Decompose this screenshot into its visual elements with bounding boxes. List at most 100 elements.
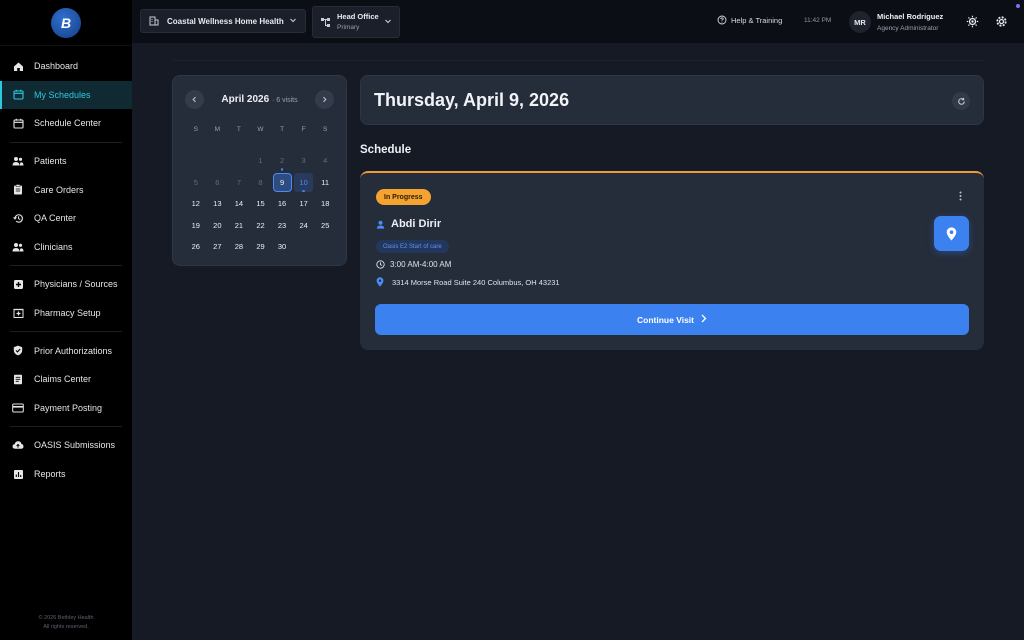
help-training-link[interactable]: Help & Training [717, 15, 782, 25]
help-icon [717, 15, 727, 25]
calendar-day[interactable]: 14 [228, 193, 250, 215]
sidebar-item-patients[interactable]: Patients [0, 147, 132, 176]
calendar-day[interactable]: 13 [207, 193, 229, 215]
weekday-label: S [193, 126, 198, 133]
sidebar-item-my-schedules[interactable]: My Schedules [0, 80, 132, 110]
rights-text: All rights reserved. [43, 624, 89, 630]
calendar-day[interactable]: 11 [314, 172, 336, 194]
theme-toggle-icon[interactable] [966, 15, 979, 28]
calendar-day[interactable]: 21 [228, 215, 250, 237]
section-title: Schedule [360, 144, 412, 156]
sidebar-item-physicians-sources[interactable]: Physicians / Sources [0, 270, 132, 299]
office-name: Head Office [337, 12, 379, 21]
calendar-day[interactable]: 5 [185, 172, 207, 194]
visit-address-row: 3314 Morse Road Suite 240 Columbus, OH 4… [376, 277, 560, 287]
sidebar-item-label: Claims Center [34, 374, 92, 385]
calendar-day[interactable]: 22 [250, 215, 272, 237]
sidebar-item-care-orders[interactable]: Care Orders [0, 175, 132, 204]
calendar-day[interactable]: 24 [293, 215, 315, 237]
calendar-day[interactable]: 30 [271, 236, 293, 258]
organization-select[interactable]: Coastal Wellness Home Health [140, 9, 306, 33]
prev-month-button[interactable] [185, 89, 204, 109]
mini-calendar: April 2026 · 6 visits S M T W T F S 1 2 3 4 5 6 7 8 9 10… [172, 75, 347, 266]
day-number: 19 [191, 220, 200, 230]
map-location-button[interactable] [934, 216, 969, 251]
calendar-day[interactable]: 3 [293, 150, 315, 172]
day-number: 17 [299, 199, 308, 209]
weekday-label: M [214, 126, 221, 133]
day-number: 15 [256, 199, 265, 209]
organization-name: Coastal Wellness Home Health [167, 16, 284, 26]
chart-icon [12, 468, 24, 480]
location-pin-icon [376, 277, 384, 287]
calendar-day[interactable]: 9 [271, 172, 293, 194]
day-number: 9 [272, 172, 292, 192]
sidebar: B Dashboard My Schedules Schedule Center Pa… [0, 0, 132, 640]
continue-visit-button[interactable]: Continue Visit [375, 304, 969, 335]
refresh-button[interactable] [952, 92, 970, 110]
more-options-icon[interactable] [954, 191, 966, 203]
user-info[interactable]: Michael Rodriguez Agency Administrator [877, 11, 943, 35]
sidebar-item-dashboard[interactable]: Dashboard [0, 52, 132, 81]
sidebar-item-claims-center[interactable]: Claims Center [0, 365, 132, 394]
calendar-day[interactable]: 6 [207, 172, 229, 194]
calendar-day[interactable]: 25 [314, 215, 336, 237]
calendar-day[interactable]: 1 [250, 150, 272, 172]
calendar-day[interactable]: 28 [228, 236, 250, 258]
day-number [208, 151, 227, 170]
office-select[interactable]: Head Office Primary [312, 6, 400, 38]
sidebar-item-label: Patients [34, 156, 67, 167]
sidebar-item-label: Schedule Center [34, 118, 102, 129]
sidebar-item-reports[interactable]: Reports [0, 460, 132, 489]
sidebar-item-schedule-center[interactable]: Schedule Center [0, 109, 132, 138]
sidebar-item-oasis-submissions[interactable]: OASIS Submissions [0, 431, 132, 460]
visit-address: 3314 Morse Road Suite 240 Columbus, OH 4… [392, 277, 560, 287]
weekday-label: W [257, 126, 264, 133]
sidebar-item-label: Dashboard [34, 61, 79, 72]
divider [172, 60, 984, 61]
sidebar-item-prior-authorizations[interactable]: Prior Authorizations [0, 336, 132, 365]
calendar-icon [12, 117, 24, 129]
calendar-day[interactable]: 17 [293, 193, 315, 215]
calendar-day[interactable]: 10 [293, 172, 315, 194]
calendar-day[interactable]: 7 [228, 172, 250, 194]
medical-plus-icon [12, 278, 24, 290]
calendar-day[interactable]: 27 [207, 236, 229, 258]
shield-check-icon [12, 345, 24, 357]
calendar-month-title: April 2026 · 6 visits [221, 94, 297, 105]
gear-icon[interactable] [995, 15, 1008, 28]
brand-logo[interactable]: B [51, 7, 81, 38]
calendar-day[interactable]: 16 [271, 193, 293, 215]
day-number: 28 [234, 242, 244, 252]
next-month-button[interactable] [314, 89, 334, 109]
calendar-day[interactable]: 18 [314, 193, 336, 215]
avatar[interactable]: MR [849, 11, 871, 33]
calendar-empty-cell [185, 150, 207, 172]
sidebar-item-qa-center[interactable]: QA Center [0, 204, 132, 233]
credit-card-icon [12, 402, 24, 414]
day-number: 29 [256, 242, 265, 252]
calendar-day[interactable]: 8 [250, 172, 272, 194]
visit-time: 3:00 AM-4:00 AM [390, 260, 452, 269]
calendar-day[interactable]: 23 [271, 215, 293, 237]
calendar-day[interactable]: 26 [185, 236, 207, 258]
calendar-day[interactable]: 15 [250, 193, 272, 215]
calendar-day[interactable]: 20 [207, 215, 229, 237]
calendar-day[interactable]: 19 [185, 215, 207, 237]
hierarchy-icon [320, 17, 331, 28]
help-label: Help & Training [731, 15, 783, 25]
sidebar-item-payment-posting[interactable]: Payment Posting [0, 394, 132, 423]
user-role: Agency Administrator [877, 25, 939, 32]
day-number: 24 [299, 220, 308, 230]
sidebar-item-pharmacy-setup[interactable]: Pharmacy Setup [0, 299, 132, 328]
day-number [229, 151, 248, 170]
calendar-day[interactable]: 4 [314, 150, 336, 172]
continue-visit-label: Continue Visit [637, 314, 694, 325]
calendar-day[interactable]: 2 [271, 150, 293, 172]
sidebar-item-clinicians[interactable]: Clinicians [0, 233, 132, 262]
calendar-grid: S M T W T F S 1 2 3 4 5 6 7 8 9 10 11 12 13 14 15 16 17 18 19 20 21… [185, 126, 336, 258]
calendar-day[interactable]: 29 [250, 236, 272, 258]
calendar-day[interactable]: 12 [185, 193, 207, 215]
patient-name[interactable]: Abdi Dirir [391, 218, 441, 230]
sidebar-footer: © 2026 Bethley Health All rights reserve… [0, 614, 132, 632]
